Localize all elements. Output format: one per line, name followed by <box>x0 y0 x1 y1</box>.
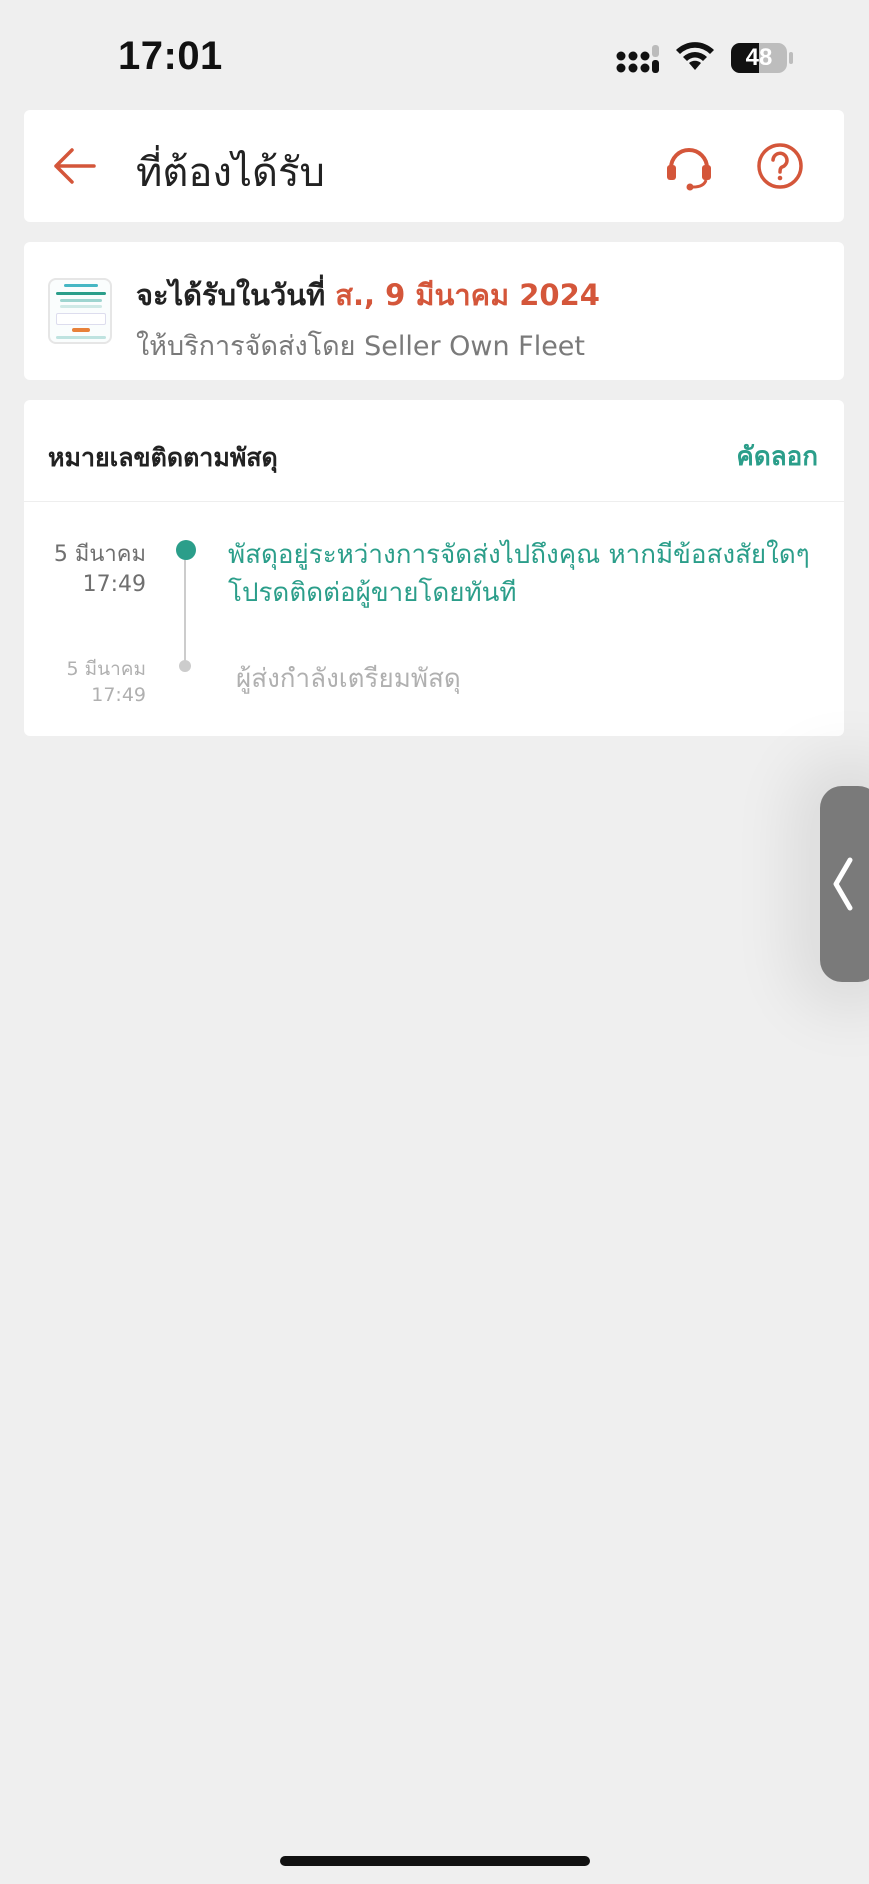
page-title: ที่ต้องได้รับ <box>136 150 325 196</box>
tracking-number-label: หมายเลขติดตามพัสดุ <box>48 443 278 472</box>
status-bar: 17:01 48 <box>0 0 869 110</box>
event-timestamp: 5 มีนาคม 17:49 <box>24 656 146 708</box>
tracking-card: หมายเลขติดตามพัสดุ คัดลอก 5 มีนาคม 17:49… <box>24 400 844 736</box>
back-arrow-icon[interactable] <box>48 140 100 192</box>
chevron-left-icon <box>833 857 853 911</box>
status-time: 17:01 <box>118 34 223 78</box>
copy-button[interactable]: คัดลอก <box>736 436 818 477</box>
timeline-dot <box>179 660 191 672</box>
event-time: 17:49 <box>91 684 146 706</box>
cellular-signal-icon <box>616 45 659 73</box>
help-icon[interactable] <box>756 142 804 190</box>
wifi-icon <box>676 42 714 70</box>
event-time: 17:49 <box>82 572 146 597</box>
customer-support-icon[interactable] <box>664 142 714 192</box>
header-bar: ที่ต้องได้รับ <box>24 110 844 222</box>
event-date: 5 มีนาคม <box>53 542 146 567</box>
delivery-label: จะได้รับในวันที่ <box>136 278 326 312</box>
event-description: ผู้ส่งกำลังเตรียมพัสดุ <box>236 664 461 694</box>
delivery-service: ให้บริการจัดส่งโดย Seller Own Fleet <box>136 331 586 362</box>
delivery-info-card: จะได้รับในวันที่ ส., 9 มีนาคม 2024 ให้บร… <box>24 242 844 380</box>
home-indicator <box>280 1856 590 1866</box>
delivery-date: ส., 9 มีนาคม 2024 <box>335 278 600 312</box>
tracking-header: หมายเลขติดตามพัสดุ คัดลอก <box>24 400 844 502</box>
event-date: 5 มีนาคม <box>66 658 146 680</box>
delivery-estimate: จะได้รับในวันที่ ส., 9 มีนาคม 2024 <box>136 272 600 318</box>
battery-level: 48 <box>745 44 773 71</box>
side-drawer-handle[interactable] <box>820 786 869 982</box>
timeline-dot-active <box>176 540 196 560</box>
event-timestamp: 5 มีนาคม 17:49 <box>24 540 146 600</box>
timeline-line <box>184 560 186 668</box>
product-thumbnail[interactable] <box>48 278 112 344</box>
event-description: พัสดุอยู่ระหว่างการจัดส่งไปถึงคุณ หากมีข… <box>228 540 810 608</box>
